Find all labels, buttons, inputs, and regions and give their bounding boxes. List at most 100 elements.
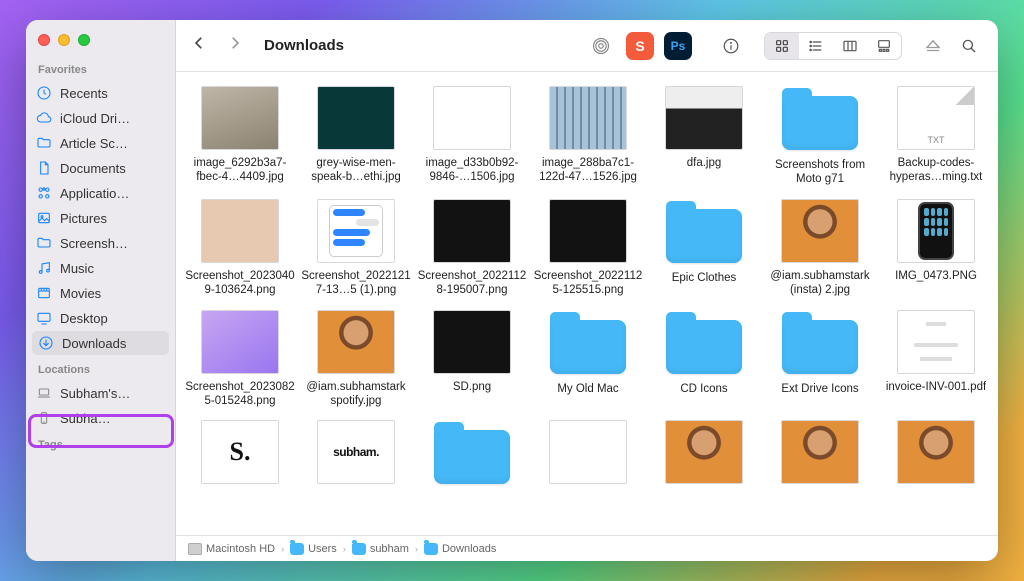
folder-icon bbox=[424, 543, 438, 555]
file-item[interactable]: SD.png bbox=[414, 310, 530, 409]
file-name-label: @iam.subhamstark (insta) 2.jpg bbox=[764, 269, 876, 298]
sidebar-item-music[interactable]: Music bbox=[26, 256, 175, 280]
file-name-label: grey-wise-men-speak-b…ethi.jpg bbox=[300, 156, 412, 185]
sidebar-item-desktop[interactable]: Desktop bbox=[26, 306, 175, 330]
sidebar-item-documents[interactable]: Documents bbox=[26, 156, 175, 180]
file-item[interactable]: grey-wise-men-speak-b…ethi.jpg bbox=[298, 86, 414, 187]
clock-icon bbox=[36, 85, 52, 101]
view-columns-button[interactable] bbox=[833, 33, 867, 59]
file-item[interactable]: image_288ba7c1-122d-47…1526.jpg bbox=[530, 86, 646, 187]
nav-arrows bbox=[190, 34, 244, 57]
fullscreen-button[interactable] bbox=[78, 34, 90, 46]
sidebar-location-subham-s-[interactable]: Subham's… bbox=[26, 381, 175, 405]
search-button[interactable] bbox=[954, 32, 984, 60]
breadcrumb-segment[interactable]: Downloads bbox=[424, 543, 496, 555]
breadcrumb-segment[interactable]: Users bbox=[290, 543, 337, 555]
file-item[interactable]: invoice-INV-001.pdf bbox=[878, 310, 994, 409]
chevron-right-icon: › bbox=[415, 544, 418, 554]
file-item[interactable]: image_6292b3a7-fbec-4…4409.jpg bbox=[182, 86, 298, 187]
sidebar-location-subha-[interactable]: Subha… bbox=[26, 406, 175, 430]
sidebar-item-movies[interactable]: Movies bbox=[26, 281, 175, 305]
file-item[interactable]: My Old Mac bbox=[530, 310, 646, 409]
picture-icon bbox=[36, 210, 52, 226]
app-icon-photoshop[interactable]: Ps bbox=[664, 32, 692, 60]
back-button[interactable] bbox=[190, 34, 208, 57]
hd-icon bbox=[188, 543, 202, 555]
sidebar-item-label: Documents bbox=[60, 161, 126, 176]
file-item[interactable] bbox=[878, 420, 994, 492]
file-name-label: IMG_0473.PNG bbox=[895, 269, 977, 283]
view-gallery-button[interactable] bbox=[867, 33, 901, 59]
file-name-label: SD.png bbox=[453, 380, 491, 394]
file-name-label: image_288ba7c1-122d-47…1526.jpg bbox=[532, 156, 644, 185]
file-name-label: Screenshot_20221217-13…5 (1).png bbox=[300, 269, 412, 298]
file-item[interactable]: Screenshot_20230409-103624.png bbox=[182, 199, 298, 298]
file-item[interactable]: CD Icons bbox=[646, 310, 762, 409]
eject-button[interactable] bbox=[918, 32, 948, 60]
airdrop-icon[interactable] bbox=[586, 32, 616, 60]
view-icons-button[interactable] bbox=[765, 33, 799, 59]
sidebar-item-label: Recents bbox=[60, 86, 108, 101]
close-button[interactable] bbox=[38, 34, 50, 46]
file-item[interactable]: dfa.jpg bbox=[646, 86, 762, 187]
info-button[interactable] bbox=[716, 32, 746, 60]
file-item[interactable]: TXTBackup-codes-hyperas…ming.txt bbox=[878, 86, 994, 187]
file-name-label: Screenshot_20230825-015248.png bbox=[184, 380, 296, 409]
chevron-right-icon: › bbox=[343, 544, 346, 554]
file-item[interactable]: Screenshot_20221217-13…5 (1).png bbox=[298, 199, 414, 298]
file-item[interactable]: @iam.subhamstark (insta) 2.jpg bbox=[762, 199, 878, 298]
minimize-button[interactable] bbox=[58, 34, 70, 46]
breadcrumb-segment[interactable]: subham bbox=[352, 543, 409, 555]
file-name-label: Screenshots from Moto g71 bbox=[764, 158, 876, 187]
folder-icon bbox=[36, 135, 52, 151]
app-icon-s[interactable]: S bbox=[626, 32, 654, 60]
sidebar-item-label: Article Sc… bbox=[60, 136, 128, 151]
path-bar: Macintosh HD›Users›subham›Downloads bbox=[176, 535, 998, 561]
sidebar-locations-header: Locations bbox=[26, 356, 175, 380]
sidebar-item-article-sc-[interactable]: Article Sc… bbox=[26, 131, 175, 155]
file-name-label: Backup-codes-hyperas…ming.txt bbox=[880, 156, 992, 185]
file-item[interactable]: Screenshot_20221128-195007.png bbox=[414, 199, 530, 298]
file-item[interactable]: Ext Drive Icons bbox=[762, 310, 878, 409]
file-item[interactable] bbox=[414, 420, 530, 492]
view-mode-segment bbox=[764, 32, 902, 60]
sidebar-item-applicatio-[interactable]: Applicatio… bbox=[26, 181, 175, 205]
sidebar-item-label: Pictures bbox=[60, 211, 107, 226]
file-item[interactable] bbox=[530, 420, 646, 492]
file-item[interactable]: Screenshot_20230825-015248.png bbox=[182, 310, 298, 409]
breadcrumb-segment[interactable]: Macintosh HD bbox=[188, 543, 275, 555]
music-icon bbox=[36, 260, 52, 276]
sidebar-item-recents[interactable]: Recents bbox=[26, 81, 175, 105]
file-item[interactable]: IMG_0473.PNG bbox=[878, 199, 994, 298]
view-list-button[interactable] bbox=[799, 33, 833, 59]
file-name-label: dfa.jpg bbox=[687, 156, 722, 170]
sidebar-item-downloads[interactable]: Downloads bbox=[32, 331, 169, 355]
file-name-label: Epic Clothes bbox=[672, 271, 737, 285]
download-icon bbox=[38, 335, 54, 351]
file-item[interactable] bbox=[646, 420, 762, 492]
file-item[interactable] bbox=[762, 420, 878, 492]
file-name-label: Screenshot_20230409-103624.png bbox=[184, 269, 296, 298]
sidebar-item-icloud-dri-[interactable]: iCloud Dri… bbox=[26, 106, 175, 130]
sidebar: Favorites RecentsiCloud Dri…Article Sc…D… bbox=[26, 20, 176, 561]
desktop-icon bbox=[36, 310, 52, 326]
file-item[interactable]: Screenshot_20221125-125515.png bbox=[530, 199, 646, 298]
folder-icon bbox=[352, 543, 366, 555]
file-content-area[interactable]: image_6292b3a7-fbec-4…4409.jpggrey-wise-… bbox=[176, 72, 998, 535]
sidebar-item-pictures[interactable]: Pictures bbox=[26, 206, 175, 230]
breadcrumb-label: Downloads bbox=[442, 543, 496, 555]
sidebar-item-screensh-[interactable]: Screensh… bbox=[26, 231, 175, 255]
file-item[interactable]: Epic Clothes bbox=[646, 199, 762, 298]
file-item[interactable]: Screenshots from Moto g71 bbox=[762, 86, 878, 187]
movie-icon bbox=[36, 285, 52, 301]
breadcrumb-label: Users bbox=[308, 543, 337, 555]
file-item[interactable]: subham. bbox=[298, 420, 414, 492]
finder-window: Favorites RecentsiCloud Dri…Article Sc…D… bbox=[26, 20, 998, 561]
file-item[interactable]: image_d33b0b92-9846-…1506.jpg bbox=[414, 86, 530, 187]
file-name-label: image_d33b0b92-9846-…1506.jpg bbox=[416, 156, 528, 185]
main-area: Downloads S Ps bbox=[176, 20, 998, 561]
file-item[interactable]: @iam.subhamstark spotify.jpg bbox=[298, 310, 414, 409]
file-name-label: image_6292b3a7-fbec-4…4409.jpg bbox=[184, 156, 296, 185]
file-item[interactable]: S. bbox=[182, 420, 298, 492]
forward-button[interactable] bbox=[226, 34, 244, 57]
